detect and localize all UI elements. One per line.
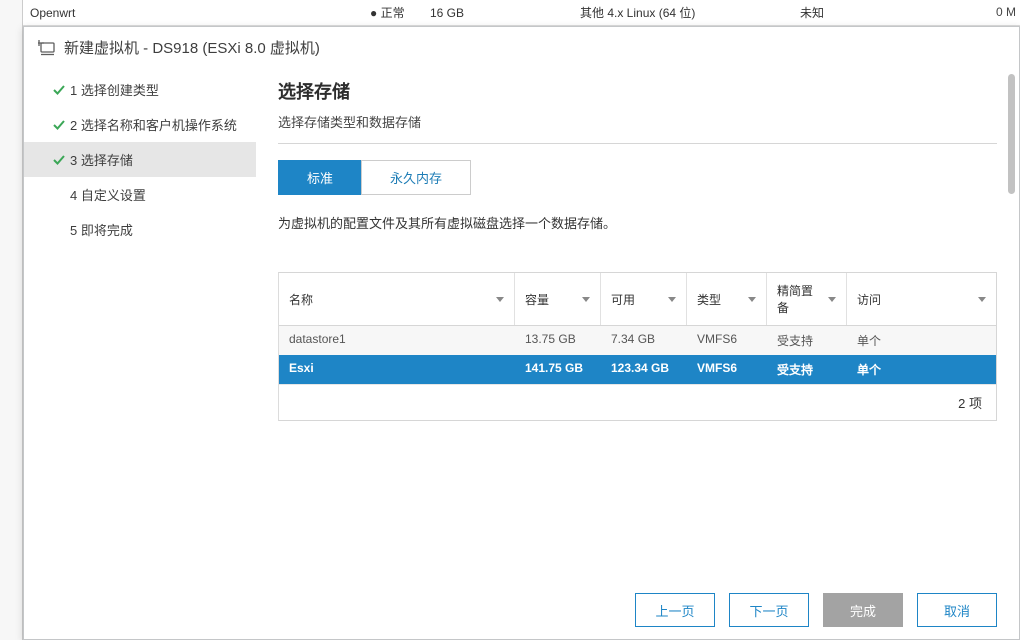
check-icon: [52, 83, 66, 97]
dialog-footer: 上一页 下一页 完成 取消: [24, 581, 1019, 639]
datastore-table: 名称 容量 可用 类型 精简置备 访问 datastore1 13.75 GB …: [278, 272, 997, 421]
check-icon: [52, 153, 66, 167]
table-row[interactable]: Esxi 141.75 GB 123.34 GB VMFS6 受支持 单个: [279, 355, 996, 384]
chevron-down-icon: [668, 297, 676, 302]
table-footer: 2 项: [279, 384, 996, 420]
wizard-steps-nav: 1 选择创建类型 2 选择名称和客户机操作系统 3 选择存储 4 自定义设置 5…: [24, 68, 256, 581]
chevron-down-icon: [582, 297, 590, 302]
col-header-available[interactable]: 可用: [601, 273, 687, 325]
col-header-name[interactable]: 名称: [279, 273, 515, 325]
instruction-text: 为虚拟机的配置文件及其所有虚拟磁盘选择一个数据存储。: [278, 213, 997, 232]
chevron-down-icon: [748, 297, 756, 302]
panel-subtitle: 选择存储类型和数据存储: [278, 112, 997, 141]
cancel-button[interactable]: 取消: [917, 593, 997, 627]
chevron-down-icon: [496, 297, 504, 302]
step-create-type[interactable]: 1 选择创建类型: [24, 72, 256, 107]
background-vm-row: Openwrt ● 正常 16 GB 其他 4.x Linux (64 位) 未…: [0, 0, 1020, 26]
storage-type-tabs: 标准 永久内存: [278, 160, 997, 195]
chevron-down-icon: [978, 297, 986, 302]
scrollbar[interactable]: [1008, 74, 1015, 194]
tab-persistent-memory[interactable]: 永久内存: [361, 160, 471, 195]
finish-button: 完成: [823, 593, 903, 627]
back-button[interactable]: 上一页: [635, 593, 715, 627]
chevron-down-icon: [828, 297, 836, 302]
storage-panel: 选择存储 选择存储类型和数据存储 标准 永久内存 为虚拟机的配置文件及其所有虚拟…: [256, 68, 1019, 581]
table-header: 名称 容量 可用 类型 精简置备 访问: [279, 273, 996, 326]
table-row[interactable]: datastore1 13.75 GB 7.34 GB VMFS6 受支持 单个: [279, 326, 996, 355]
col-header-type[interactable]: 类型: [687, 273, 767, 325]
step-storage[interactable]: 3 选择存储: [24, 142, 256, 177]
next-button[interactable]: 下一页: [729, 593, 809, 627]
tab-standard[interactable]: 标准: [278, 160, 361, 195]
vm-icon: [38, 40, 56, 56]
col-header-thin[interactable]: 精简置备: [767, 273, 847, 325]
new-vm-dialog: 新建虚拟机 - DS918 (ESXi 8.0 虚拟机) 1 选择创建类型 2 …: [23, 26, 1020, 640]
divider: [278, 143, 997, 144]
col-header-capacity[interactable]: 容量: [515, 273, 601, 325]
step-custom-settings: 4 自定义设置: [24, 177, 256, 212]
col-header-access[interactable]: 访问: [847, 273, 996, 325]
panel-title: 选择存储: [278, 78, 997, 104]
background-sidebar: [0, 0, 23, 640]
dialog-title: 新建虚拟机 - DS918 (ESXi 8.0 虚拟机): [64, 37, 320, 58]
step-name-os[interactable]: 2 选择名称和客户机操作系统: [24, 107, 256, 142]
step-ready-complete: 5 即将完成: [24, 212, 256, 247]
check-icon: [52, 118, 66, 132]
dialog-header: 新建虚拟机 - DS918 (ESXi 8.0 虚拟机): [24, 27, 1019, 68]
